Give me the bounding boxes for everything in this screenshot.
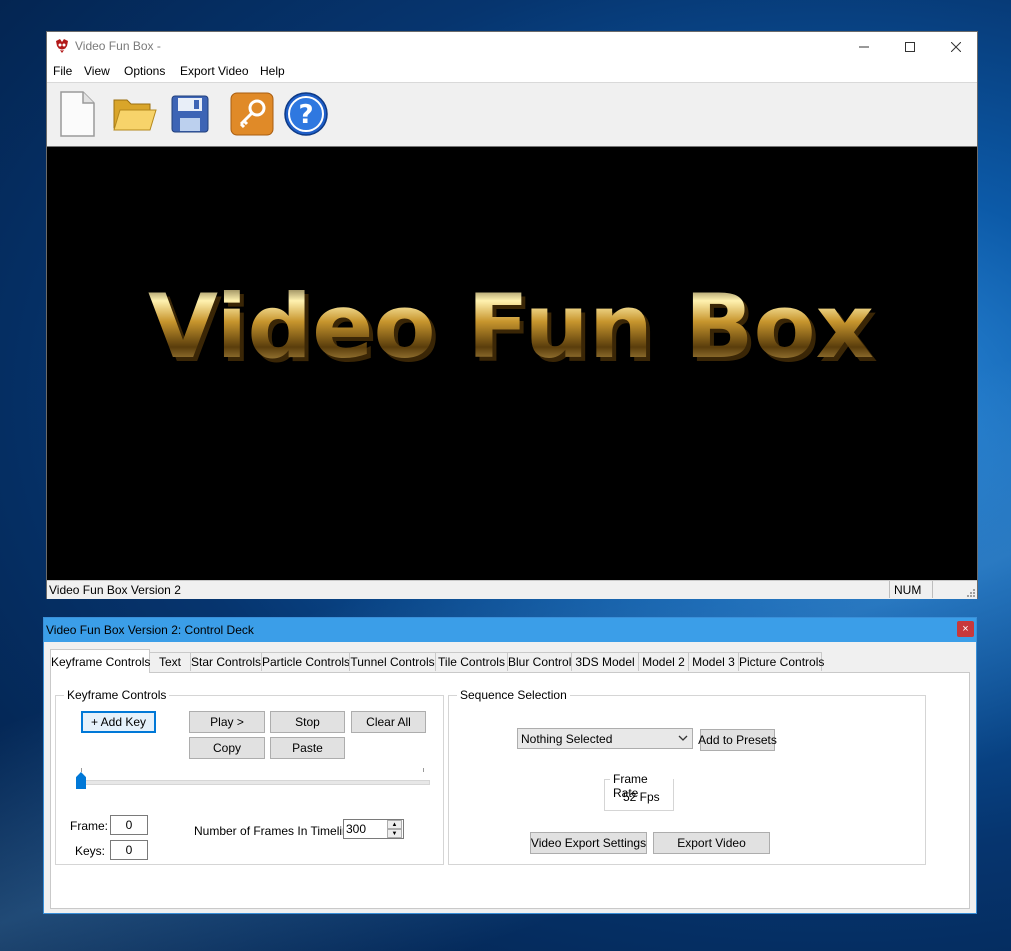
main-window: Video Fun Box - File View Options Export… [46, 31, 978, 599]
keyframe-controls-group-label: Keyframe Controls [64, 688, 170, 702]
timeline-tick [81, 768, 82, 772]
keys-field[interactable]: 0 [110, 840, 148, 860]
add-key-button[interactable]: + Add Key [81, 711, 156, 733]
viewport-render: Video Fun Box Video Fun Box [148, 275, 878, 382]
sequence-selection-group: Sequence Selection Nothing Selected Add … [448, 688, 926, 865]
stop-button[interactable]: Stop [270, 711, 345, 733]
status-bar: Video Fun Box Version 2 NUM [47, 580, 977, 599]
control-deck-window: Video Fun Box Version 2: Control Deck × … [43, 617, 977, 914]
key-icon [230, 92, 274, 136]
tab-panel-keyframe-controls: Keyframe Controls + Add Key Play > Stop … [50, 672, 970, 909]
help-icon: ? [284, 92, 328, 136]
preset-dropdown-value: Nothing Selected [521, 732, 613, 746]
svg-text:?: ? [298, 100, 313, 130]
help-button[interactable]: ? [282, 89, 330, 139]
open-folder-icon [113, 99, 157, 131]
open-folder-button[interactable] [111, 89, 159, 139]
control-deck-titlebar[interactable]: Video Fun Box Version 2: Control Deck × [44, 618, 976, 642]
control-deck-title: Video Fun Box Version 2: Control Deck [46, 623, 254, 637]
clear-all-button[interactable]: Clear All [351, 711, 426, 733]
tab-picture-controls[interactable]: Picture Controls [738, 652, 824, 671]
tab-text[interactable]: Text [149, 652, 191, 671]
frames-spin-up[interactable]: ▲ [387, 820, 402, 829]
add-to-presets-button[interactable]: Add to Presets [698, 729, 777, 751]
keyframe-controls-group: Keyframe Controls + Add Key Play > Stop … [55, 688, 444, 865]
tab-star-controls[interactable]: Star Controls [190, 652, 262, 671]
export-video-button[interactable]: Export Video [653, 832, 770, 854]
close-button[interactable] [933, 32, 979, 61]
video-export-settings-button[interactable]: Video Export Settings [530, 832, 647, 854]
frames-spin-down[interactable]: ▼ [387, 829, 402, 838]
app-icon [56, 39, 68, 53]
timeline-slider-track[interactable] [78, 780, 430, 785]
num-lock-indicator: NUM [889, 581, 933, 598]
tab-keyframe-controls[interactable]: Keyframe Controls [50, 649, 150, 673]
minimize-button[interactable] [841, 32, 887, 61]
main-window-title: Video Fun Box - [75, 39, 161, 53]
save-disk-icon [171, 95, 209, 133]
toolbar: ? [47, 82, 977, 147]
license-key-button[interactable] [228, 89, 276, 139]
timeline-slider-thumb[interactable] [76, 772, 86, 789]
menu-export-video[interactable]: Export Video [180, 64, 249, 78]
main-titlebar[interactable]: Video Fun Box - [47, 32, 977, 61]
maximize-button[interactable] [887, 32, 933, 61]
render-viewport: Video Fun Box Video Fun Box [47, 146, 977, 580]
tab-blur-control[interactable]: Blur Control [507, 652, 572, 671]
frame-rate-box: Frame Rate 52 Fps [604, 772, 674, 811]
menu-file[interactable]: File [53, 64, 72, 78]
tab-3ds-model[interactable]: 3DS Model [571, 652, 639, 671]
frames-in-timeline-label: Number of Frames In Timeline: [194, 824, 359, 838]
paste-button[interactable]: Paste [270, 737, 345, 759]
viewport-title-text: Video Fun Box [148, 275, 874, 378]
timeline-tick [423, 768, 424, 772]
frames-in-timeline-value: 300 [346, 822, 367, 836]
keys-label: Keys: [75, 844, 106, 858]
tab-tile-controls[interactable]: Tile Controls [435, 652, 508, 671]
new-file-icon [60, 91, 95, 137]
frame-field[interactable]: 0 [110, 815, 148, 835]
minimize-icon [859, 46, 869, 47]
save-button[interactable] [166, 89, 214, 139]
tab-tunnel-controls[interactable]: Tunnel Controls [349, 652, 436, 671]
sequence-selection-group-label: Sequence Selection [457, 688, 570, 702]
menu-bar: File View Options Export Video Help [47, 61, 977, 81]
chevron-down-icon [678, 735, 688, 741]
close-icon [951, 41, 961, 52]
frame-label: Frame: [70, 819, 109, 833]
frame-rate-value: 52 Fps [623, 790, 660, 804]
tab-model-3[interactable]: Model 3 [688, 652, 739, 671]
deck-close-button[interactable]: × [957, 621, 974, 637]
new-file-button[interactable] [53, 89, 101, 139]
copy-button[interactable]: Copy [189, 737, 265, 759]
tab-particle-controls[interactable]: Particle Controls [261, 652, 350, 671]
preset-dropdown[interactable]: Nothing Selected [517, 728, 693, 749]
menu-view[interactable]: View [84, 64, 110, 78]
menu-options[interactable]: Options [124, 64, 165, 78]
status-text: Video Fun Box Version 2 [49, 583, 181, 597]
maximize-icon [905, 41, 915, 52]
resize-grip-icon[interactable] [965, 587, 976, 598]
play-button[interactable]: Play > [189, 711, 265, 733]
menu-help[interactable]: Help [260, 64, 285, 78]
tab-model-2[interactable]: Model 2 [638, 652, 689, 671]
